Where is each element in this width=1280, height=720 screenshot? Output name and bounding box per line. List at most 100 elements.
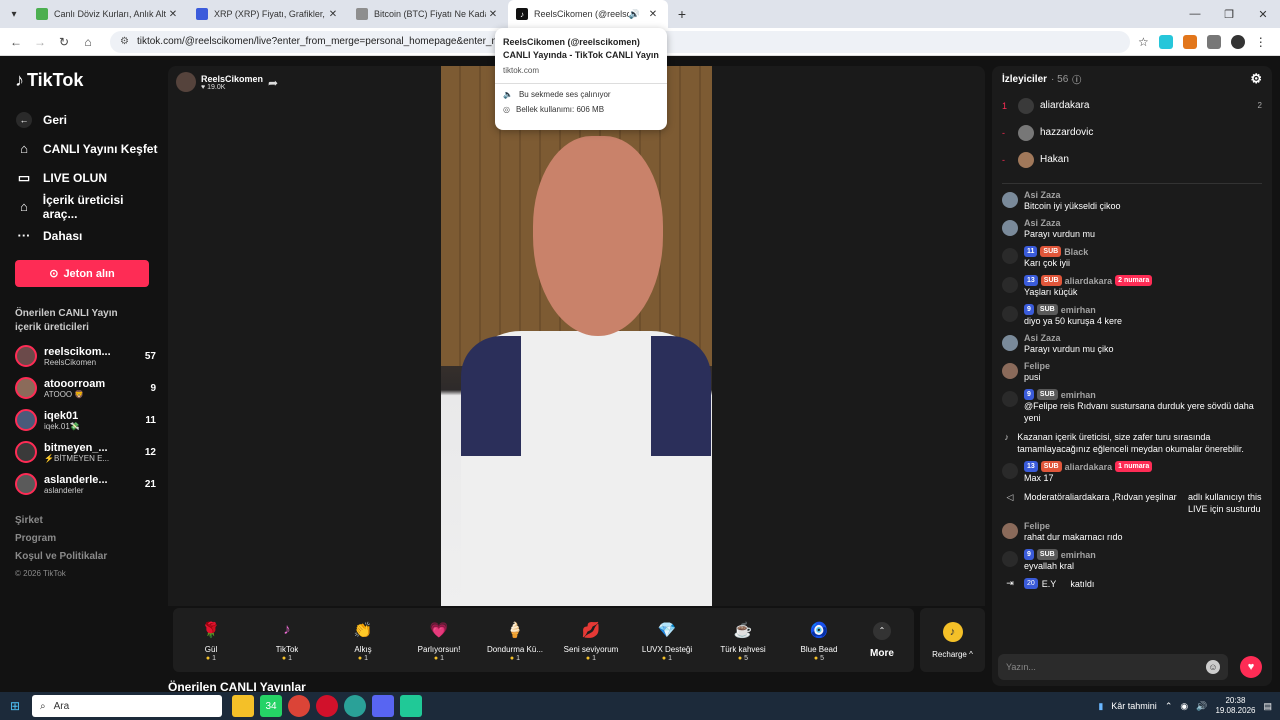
close-window-icon[interactable]: ✕ (1246, 0, 1280, 28)
gift-item[interactable]: 👏 Alkış ● 1 (325, 619, 401, 662)
footer-link-program[interactable]: Program (15, 533, 160, 551)
suggested-creator[interactable]: aslanderle... aslanderler 21 (15, 473, 160, 495)
host-info[interactable]: ReelsCikomen ♥ 19.0K (176, 72, 263, 92)
nav-creator-tools[interactable]: ⌂ İçerik üreticisi araç... (15, 192, 160, 221)
metamask-icon[interactable] (1182, 34, 1197, 49)
top-viewer[interactable]: 1 aliardakara 2 (992, 92, 1272, 119)
discord-icon[interactable] (372, 695, 394, 717)
avatar[interactable] (1002, 220, 1018, 236)
nav-go-live[interactable]: ▭ LIVE OLUN (15, 163, 160, 192)
avatar[interactable] (1002, 306, 1018, 322)
close-icon[interactable]: ✕ (326, 9, 340, 20)
app-icon-2[interactable] (400, 695, 422, 717)
avatar[interactable] (1002, 523, 1018, 539)
recharge-button[interactable]: ♪ Recharge ^ (920, 608, 985, 672)
gift-item[interactable]: 🧿 Blue Bead ● 5 (781, 619, 857, 662)
notification-icon[interactable]: ▤ (1263, 701, 1272, 712)
emoji-icon[interactable]: ☺ (1206, 660, 1220, 674)
chat-username[interactable]: Asi Zaza (1024, 190, 1262, 200)
chat-username[interactable]: Asi Zaza (1024, 333, 1262, 343)
chat-username[interactable]: Asi Zaza (1024, 218, 1262, 228)
weather-icon[interactable]: ▮ (1098, 701, 1103, 712)
close-icon[interactable]: ✕ (166, 9, 180, 20)
weather-text[interactable]: Kâr tahmini (1111, 701, 1157, 711)
browser-tab-1[interactable]: Canlı Döviz Kurları, Anlık Altın F ✕ (28, 0, 188, 28)
speaker-icon[interactable]: 🔊 (629, 9, 640, 20)
browser-tab-active[interactable]: ♪ ReelsCikomen (@reelscikomen) 🔊 ✕ (508, 0, 668, 28)
suggested-creator[interactable]: bitmeyen_... ⚡BİTMEYEN E... 12 (15, 441, 160, 463)
clock[interactable]: 20:38 19.08.2026 (1215, 696, 1255, 716)
chat-username[interactable]: aliardakara (1065, 276, 1113, 286)
chrome-icon[interactable] (288, 695, 310, 717)
gift-item[interactable]: ☕ Türk kahvesi ● 5 (705, 619, 781, 662)
gift-item[interactable]: 💗 Parlıyorsun! ● 1 (401, 619, 477, 662)
get-coins-button[interactable]: ⊙ Jeton alın (15, 260, 149, 287)
volume-icon[interactable]: 🔊 (1196, 701, 1207, 712)
avatar[interactable] (1002, 551, 1018, 567)
host-name[interactable]: ReelsCikomen (201, 74, 263, 84)
new-tab-button[interactable]: + (668, 0, 696, 28)
file-explorer-icon[interactable] (232, 695, 254, 717)
top-viewer[interactable]: - hazzardovic (992, 119, 1272, 146)
gift-item[interactable]: ♪ TikTok ● 1 (249, 619, 325, 662)
minimize-icon[interactable]: — (1178, 0, 1212, 28)
gift-item[interactable]: 🍦 Dondurma Kü... ● 1 (477, 619, 553, 662)
profile-avatar-icon[interactable] (1230, 34, 1245, 49)
home-icon[interactable]: ⌂ (76, 35, 100, 49)
reload-icon[interactable]: ↻ (52, 35, 76, 49)
live-video[interactable] (441, 66, 712, 606)
app-icon[interactable] (344, 695, 366, 717)
chat-username[interactable]: aliardakara (1065, 462, 1113, 472)
gear-icon[interactable]: ⚙ (1250, 71, 1262, 87)
avatar[interactable] (1002, 192, 1018, 208)
back-link[interactable]: ← Geri (15, 105, 160, 134)
heart-button[interactable]: ♥ (1240, 656, 1262, 678)
restore-icon[interactable]: ❐ (1212, 0, 1246, 28)
site-info-icon[interactable]: ⚙ (120, 36, 129, 47)
avatar[interactable] (1002, 463, 1018, 479)
nav-more[interactable]: ··· Dahası (15, 221, 160, 250)
chat-username[interactable]: Felipe (1024, 361, 1262, 371)
chevron-up-icon[interactable]: ⌃ (1165, 701, 1173, 712)
chat-username[interactable]: Felipe (1024, 521, 1262, 531)
close-icon[interactable]: ✕ (486, 9, 500, 20)
chat-username[interactable]: emirhan (1061, 550, 1096, 560)
close-icon[interactable]: ✕ (646, 9, 660, 20)
network-icon[interactable]: ◉ (1180, 701, 1188, 712)
top-viewer[interactable]: - Hakan (992, 146, 1272, 173)
opera-icon[interactable] (316, 695, 338, 717)
suggested-creator[interactable]: reelscikom... ReelsCikomen 57 (15, 345, 160, 367)
browser-tab-3[interactable]: Bitcoin (BTC) Fiyatı Ne Kadar? C ✕ (348, 0, 508, 28)
footer-link-terms[interactable]: Koşul ve Politikalar (15, 551, 160, 569)
chat-username[interactable]: emirhan (1061, 390, 1096, 400)
kebab-menu-icon[interactable]: ⋮ (1255, 35, 1267, 49)
bookmark-star-icon[interactable]: ☆ (1138, 35, 1149, 49)
whatsapp-icon[interactable]: 34 (260, 695, 282, 717)
more-gifts-button[interactable]: ⌃ More (857, 621, 907, 659)
avatar[interactable] (1002, 335, 1018, 351)
footer-link-company[interactable]: Şirket (15, 515, 160, 533)
share-icon[interactable]: ➦ (268, 76, 278, 90)
avatar[interactable] (1002, 391, 1018, 407)
host-avatar[interactable] (176, 72, 196, 92)
tiktok-logo[interactable]: ♪ TikTok (15, 70, 160, 91)
tab-search-icon[interactable]: ▾ (0, 0, 28, 28)
taskbar-search[interactable]: ⌕ Ara (32, 695, 222, 717)
avatar[interactable] (1002, 248, 1018, 264)
chat-username[interactable]: emirhan (1061, 305, 1096, 315)
suggested-creator[interactable]: atooorroam ATOOO 🦁 9 (15, 377, 160, 399)
windows-start-icon[interactable]: ⊞ (0, 699, 30, 713)
info-icon[interactable]: ⓘ (1072, 73, 1081, 86)
browser-tab-2[interactable]: XRP (XRP) Fiyatı, Grafikler, Piyas ✕ (188, 0, 348, 28)
puzzle-icon[interactable] (1206, 34, 1221, 49)
gift-item[interactable]: 💋 Seni seviyorum ● 1 (553, 619, 629, 662)
nav-explore-live[interactable]: ⌂ CANLI Yayını Keşfet (15, 134, 160, 163)
suggested-creator[interactable]: iqek01 iqek.01💸 11 (15, 409, 160, 431)
chat-username[interactable]: Black (1064, 247, 1088, 257)
avatar[interactable] (1002, 363, 1018, 379)
gift-item[interactable]: 🌹 Gül ● 1 (173, 619, 249, 662)
back-arrow-icon[interactable]: ← (4, 35, 28, 49)
avatar[interactable] (1002, 277, 1018, 293)
chat-input[interactable]: Yazın... ☺ (998, 654, 1228, 680)
gift-item[interactable]: 💎 LUVX Desteği ● 1 (629, 619, 705, 662)
